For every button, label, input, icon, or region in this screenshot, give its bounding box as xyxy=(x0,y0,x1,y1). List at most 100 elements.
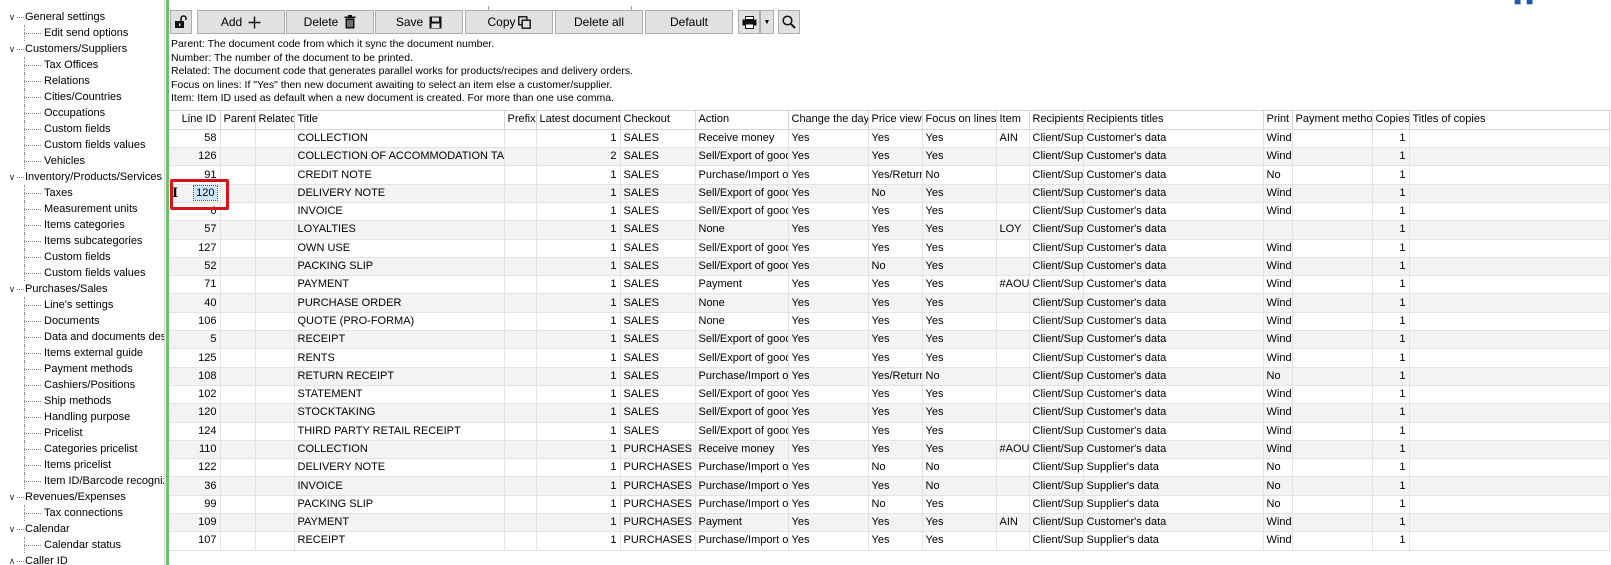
table-cell[interactable] xyxy=(255,476,295,496)
table-cell[interactable]: AIN xyxy=(996,129,1030,149)
table-cell[interactable]: No xyxy=(1263,165,1293,185)
table-row[interactable]: 107 RECEIPT 1 PURCHASES Purchase/Import of Ye… xyxy=(169,531,1610,551)
table-cell[interactable]: Wind xyxy=(1263,312,1293,332)
table-cell[interactable] xyxy=(1292,129,1373,149)
table-cell[interactable]: Yes xyxy=(868,293,923,313)
table-cell[interactable] xyxy=(504,385,537,405)
table-cell[interactable]: Yes xyxy=(922,293,997,313)
table-cell[interactable]: Yes xyxy=(788,367,869,386)
table-row[interactable]: 71 PAYMENT 1 SALES Payment Yes Yes Yes #AOU Clien… xyxy=(169,275,1610,295)
table-cell[interactable] xyxy=(1292,330,1373,350)
table-cell[interactable]: Receive money xyxy=(695,129,789,149)
table-cell[interactable]: Customer's data xyxy=(1083,385,1264,405)
table-cell[interactable]: 40 xyxy=(169,293,221,313)
table-cell[interactable] xyxy=(255,458,295,478)
table-cell[interactable] xyxy=(220,458,256,478)
table-cell[interactable]: #AOU xyxy=(996,275,1030,295)
table-cell[interactable] xyxy=(504,239,537,258)
table-cell[interactable]: Customer's data xyxy=(1083,293,1264,313)
table-cell[interactable] xyxy=(220,403,256,423)
lock-button[interactable] xyxy=(170,10,192,34)
table-cell[interactable]: 1 xyxy=(1372,422,1410,441)
table-cell[interactable] xyxy=(504,367,537,386)
tree-item[interactable]: Vehicles xyxy=(0,153,162,169)
table-cell[interactable]: Sell/Export of good xyxy=(695,385,789,405)
table-cell[interactable] xyxy=(1409,422,1610,441)
table-cell[interactable]: SALES xyxy=(620,367,696,386)
table-cell[interactable]: 1 xyxy=(1372,403,1410,423)
table-cell[interactable]: Sell/Export of good xyxy=(695,422,789,441)
table-cell[interactable]: 1 xyxy=(536,184,621,203)
table-cell[interactable]: 58 xyxy=(169,129,221,149)
table-cell[interactable]: Yes xyxy=(922,385,997,405)
table-cell[interactable]: CREDIT NOTE xyxy=(294,165,505,185)
table-row[interactable]: 110 COLLECTION 1 PURCHASES Receive money Yes Y… xyxy=(169,440,1610,460)
table-cell[interactable]: 124 xyxy=(169,422,221,441)
table-cell[interactable] xyxy=(1292,531,1373,551)
table-cell[interactable] xyxy=(1409,513,1610,533)
tree-item[interactable]: Edit send options xyxy=(0,25,162,41)
table-cell[interactable] xyxy=(1292,275,1373,295)
table-cell[interactable]: 1 xyxy=(1372,367,1410,386)
tree-group[interactable]: ∨ Inventory/Products/Services xyxy=(0,169,162,185)
table-cell[interactable] xyxy=(220,330,256,350)
table-cell[interactable]: 1 xyxy=(536,165,621,185)
tree-item[interactable]: Custom fields values xyxy=(0,137,162,153)
column-header[interactable]: Titles of copies xyxy=(1409,111,1610,130)
selected-cell-value[interactable]: 120 xyxy=(193,184,218,201)
table-cell[interactable]: Client/Supp xyxy=(1029,403,1084,423)
table-cell[interactable]: 1 xyxy=(1372,147,1410,167)
tree-item[interactable]: Cities/Countries xyxy=(0,89,162,105)
table-cell[interactable] xyxy=(220,385,256,405)
table-cell[interactable]: SALES xyxy=(620,220,696,240)
table-row[interactable]: 6 INVOICE 1 SALES Sell/Export of good Yes Yes Y… xyxy=(169,202,1610,222)
table-cell[interactable]: 71 xyxy=(169,275,221,295)
table-row[interactable]: 58 COLLECTION 1 SALES Receive money Yes Yes Yes… xyxy=(169,129,1610,149)
table-cell[interactable] xyxy=(1409,495,1610,515)
tree-item[interactable]: Categories pricelist xyxy=(0,441,162,457)
table-cell[interactable]: INVOICE xyxy=(294,202,505,222)
table-cell[interactable]: PAYMENT xyxy=(294,513,505,533)
table-cell[interactable]: 1 xyxy=(536,476,621,496)
tree-item[interactable]: Item ID/Barcode recognize xyxy=(0,473,167,489)
table-cell[interactable]: 1 xyxy=(1372,129,1410,149)
table-cell[interactable]: RECEIPT xyxy=(294,531,505,551)
table-cell[interactable] xyxy=(996,476,1030,496)
table-cell[interactable]: Wind xyxy=(1263,440,1293,460)
table-cell[interactable]: Customer's data xyxy=(1083,513,1264,533)
table-cell[interactable]: 1 xyxy=(536,129,621,149)
tree-item[interactable]: Tax Offices xyxy=(0,57,162,73)
search-button[interactable] xyxy=(778,10,800,34)
table-cell[interactable]: Purchase/Import of xyxy=(695,165,789,185)
table-cell[interactable]: 1 xyxy=(536,312,621,332)
table-cell[interactable]: STATEMENT xyxy=(294,385,505,405)
table-cell[interactable]: Yes xyxy=(868,531,923,551)
table-cell[interactable]: Customer's data xyxy=(1083,202,1264,222)
table-cell[interactable]: SALES xyxy=(620,129,696,149)
table-cell[interactable]: Yes xyxy=(788,184,869,203)
table-cell[interactable] xyxy=(1292,257,1373,277)
table-cell[interactable] xyxy=(1292,495,1373,515)
table-row[interactable]: 106 QUOTE (PRO-FORMA) 1 SALES None Yes Yes Yes C… xyxy=(169,312,1610,332)
tree-item[interactable]: Items external guide xyxy=(0,345,162,361)
table-cell[interactable] xyxy=(1292,165,1373,185)
table-cell[interactable]: Yes xyxy=(922,330,997,350)
table-cell[interactable]: Customer's data xyxy=(1083,129,1264,149)
table-cell[interactable]: No xyxy=(922,165,997,185)
table-cell[interactable]: Yes xyxy=(868,202,923,222)
table-cell[interactable]: Yes xyxy=(788,129,869,149)
table-cell[interactable]: Yes xyxy=(788,385,869,405)
add-button[interactable]: Add xyxy=(197,10,285,34)
table-cell[interactable] xyxy=(996,495,1030,515)
table-cell[interactable]: No xyxy=(1263,367,1293,386)
table-cell[interactable]: 1 xyxy=(536,422,621,441)
table-cell[interactable] xyxy=(504,220,537,240)
tree-item[interactable]: Items pricelist xyxy=(0,457,162,473)
table-cell[interactable]: SALES xyxy=(620,202,696,222)
table-cell[interactable]: 126 xyxy=(169,147,221,167)
table-cell[interactable]: Sell/Export of good xyxy=(695,330,789,350)
table-cell[interactable] xyxy=(220,293,256,313)
table-cell[interactable]: Supplier's data xyxy=(1083,476,1264,496)
table-cell[interactable]: Yes xyxy=(788,202,869,222)
table-cell[interactable]: Customer's data xyxy=(1083,220,1264,240)
